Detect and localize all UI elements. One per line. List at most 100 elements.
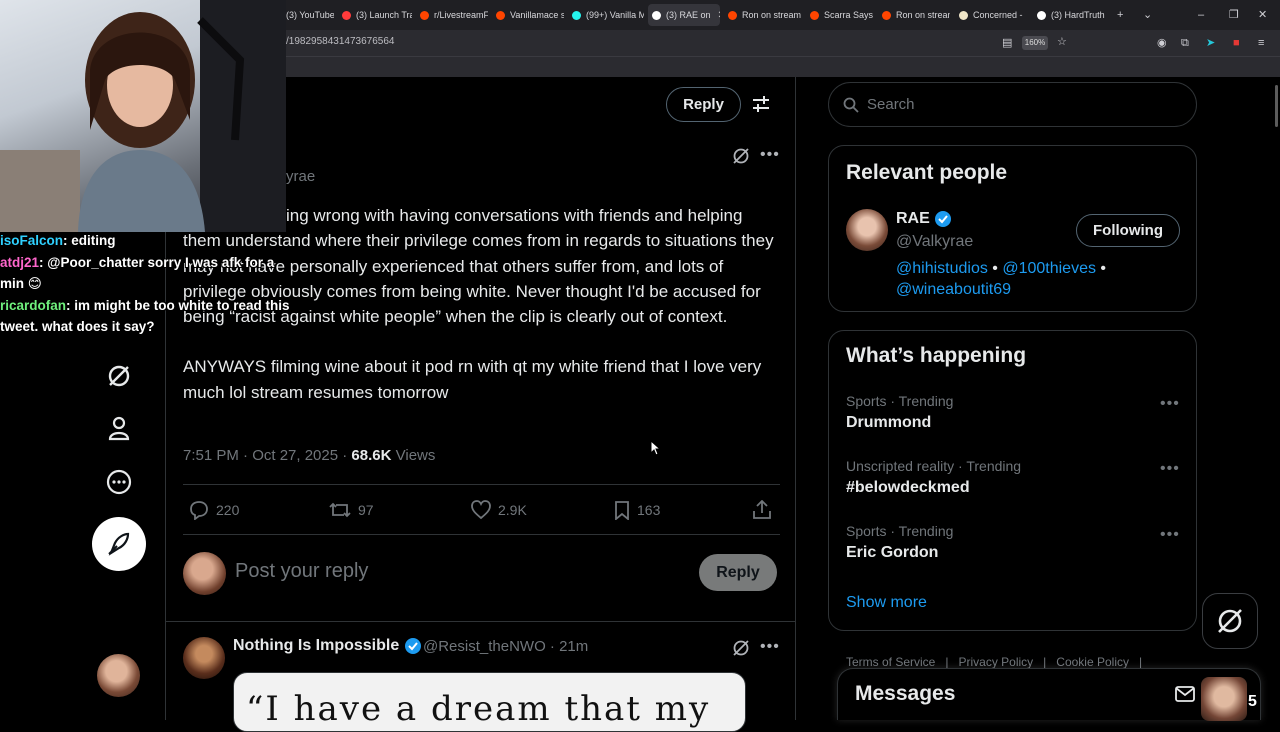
trend-more-icon[interactable]: ••• [1160,395,1180,413]
trend-more-icon[interactable]: ••• [1160,460,1180,478]
composer-avatar [183,552,226,595]
account-icon[interactable]: ◉ [1157,37,1167,49]
account-avatar[interactable] [97,654,140,697]
reply-more-icon[interactable]: ••• [760,638,780,656]
divider [183,484,780,485]
heart-icon [471,500,491,520]
reply-author-name[interactable]: Nothing Is Impossible [233,637,399,655]
browser-tab[interactable]: (3) RAE on ✕ [648,4,720,26]
reply-author[interactable]: Nothing Is Impossible [233,637,422,655]
bookmark-star-icon[interactable]: ☆ [1057,36,1067,48]
bookmark-icon [615,501,629,520]
tweet-handle[interactable]: yrae [286,168,315,185]
rae-avatar[interactable] [846,209,888,251]
grok-nav-icon[interactable] [105,362,133,390]
grok-icon [1218,609,1242,633]
chat-username: ricardofan [0,297,67,313]
repost-action[interactable]: 97 [328,500,374,520]
trend-name[interactable]: Drummond [846,414,931,432]
reader-view-icon[interactable]: ▤ [1002,37,1012,49]
zoom-level[interactable]: 160% [1022,36,1048,50]
grok-explain-icon[interactable] [732,147,750,170]
reply-input[interactable]: Post your reply [235,560,368,583]
bio-link[interactable]: @wineaboutit69 [896,281,1011,298]
reply-media[interactable]: “I have a dream that my [233,672,746,732]
views-label: Views [395,447,436,464]
browser-tab[interactable]: Concerned - [955,4,1029,26]
filter-sliders-icon[interactable] [752,95,770,118]
browser-tab[interactable]: (3) Launch Tra [338,4,412,26]
following-button[interactable]: Following [1076,214,1180,247]
more-nav-icon[interactable] [105,468,133,496]
tab-favicon-icon [652,10,661,20]
divider [166,621,796,622]
extensions-icon[interactable]: ⧉ [1181,37,1189,49]
tab-label: Concerned - [973,10,1023,20]
tab-label: (3) HardTruth [1051,10,1105,20]
footer-separator: | [1139,655,1143,669]
trend-more-icon[interactable]: ••• [1160,526,1180,544]
minimize-icon[interactable]: – [1198,9,1204,21]
header-reply-button[interactable]: Reply [666,87,741,122]
footer-link[interactable]: Cookie Policy [1056,655,1129,669]
reply-submit-button[interactable]: Reply [699,554,777,591]
grok-button[interactable] [1202,593,1258,649]
bookmark-action[interactable]: 163 [613,500,660,520]
search-box[interactable] [828,82,1197,127]
bio-separator: • [1095,260,1107,277]
show-more-link[interactable]: Show more [846,594,927,612]
tab-close-icon[interactable]: ✕ [718,10,720,21]
browser-tab[interactable]: Vanillamace s [492,4,564,26]
like-count: 2.9K [498,502,527,518]
extension-icon[interactable]: ➤ [1206,37,1215,49]
scrollbar[interactable] [1275,85,1278,127]
tab-favicon-icon [1037,10,1046,20]
tab-label: r/LivestreamF [434,10,488,20]
ublock-icon[interactable]: ■ [1233,37,1240,49]
browser-tab[interactable]: Ron on stream [878,4,950,26]
search-input[interactable] [867,96,1167,113]
whats-happening-title: What’s happening [846,344,1027,367]
browser-tab[interactable]: Ron on stream [724,4,802,26]
trend-category: Sports · Trending [846,393,954,409]
maximize-icon[interactable]: ❐ [1229,9,1239,21]
reply-icon [190,501,208,520]
tweet-more-icon[interactable]: ••• [760,146,780,164]
person-handle[interactable]: @Valkyrae [896,233,973,251]
new-tab-icon[interactable]: + [1117,9,1123,21]
person-name[interactable]: RAE [896,210,930,228]
reply-author-avatar[interactable] [183,637,225,679]
messages-drawer[interactable]: Messages 5 [837,668,1261,721]
tab-favicon-icon [728,10,737,20]
browser-tab[interactable]: (3) HardTruth [1033,4,1105,26]
views-count: 68.6K [351,447,392,464]
verified-badge-icon [405,638,422,654]
bio-link[interactable]: @hihistudios [896,260,988,277]
browser-tab[interactable]: (99+) Vanilla M [568,4,644,26]
reply-handle-time[interactable]: @Resist_theNWO · 21m [423,638,588,655]
menu-icon[interactable]: ≡ [1258,37,1264,49]
compose-post-button[interactable] [92,517,146,571]
close-window-icon[interactable]: ✕ [1258,9,1267,21]
media-caption: “I have a dream that my [246,689,711,729]
trend-name[interactable]: Eric Gordon [846,544,938,562]
footer-link[interactable]: Privacy Policy [958,655,1033,669]
reply-action[interactable]: 220 [188,500,239,520]
browser-tab[interactable]: Scarra Says H [806,4,874,26]
tab-list-chevron-icon[interactable]: ⌄ [1143,9,1152,21]
rae-name[interactable]: RAE [896,210,952,228]
trend-name[interactable]: #belowdeckmed [846,479,970,497]
tab-label: (3) RAE on [666,10,711,20]
like-action[interactable]: 2.9K [470,500,527,520]
share-action[interactable] [752,500,772,520]
url-text[interactable]: /1982958431473676564 [286,36,394,47]
profile-nav-icon[interactable] [105,414,133,442]
bio-link[interactable]: @100thieves [1002,260,1096,277]
chat-message: isoFalcon: editing [0,233,116,248]
tweet-timestamp[interactable]: 7:51 PM · Oct 27, 2025 · [183,447,347,464]
tab-favicon-icon [572,10,581,20]
message-avatar[interactable] [1201,677,1247,721]
grok-explain-icon[interactable] [732,639,750,662]
footer-link[interactable]: Terms of Service [846,655,935,669]
browser-tab[interactable]: r/LivestreamF [416,4,488,26]
